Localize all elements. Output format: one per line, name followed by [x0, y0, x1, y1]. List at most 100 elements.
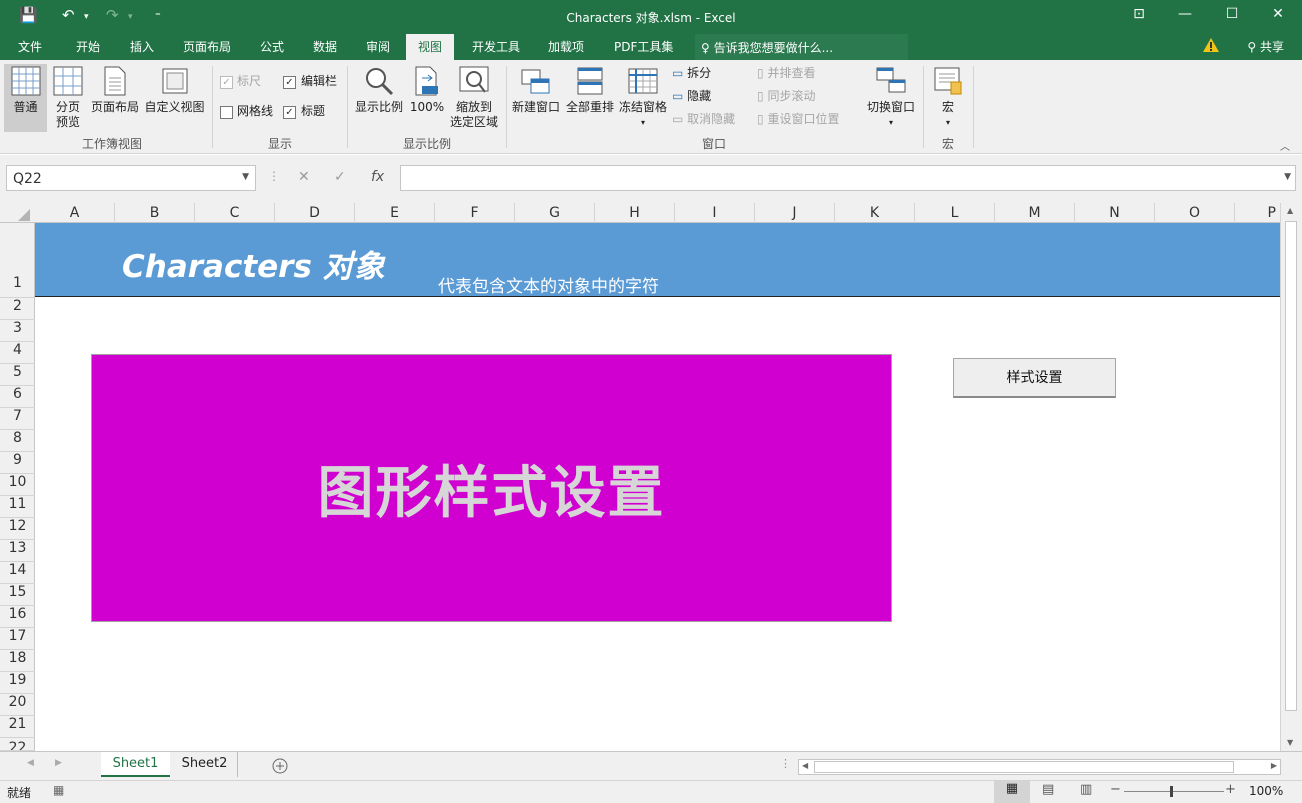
split-button[interactable]: ▭ 拆分	[672, 66, 711, 81]
zoom-in-icon[interactable]: +	[1225, 782, 1236, 797]
name-box-dropdown-icon[interactable]: ▼	[242, 172, 249, 182]
page-layout-view-button[interactable]: 页面布局	[90, 64, 140, 132]
page-break-preview-button[interactable]: 分页 预览	[50, 64, 86, 132]
row-header[interactable]: 20	[0, 694, 35, 716]
formula-bar-checkbox[interactable]: ✓	[283, 76, 296, 89]
column-header[interactable]: E	[355, 203, 435, 223]
row-header[interactable]: 17	[0, 628, 35, 650]
freeze-panes-button[interactable]: 冻结窗格 ▾	[617, 64, 669, 132]
zoom-to-selection-button[interactable]: 缩放到 选定区域	[448, 64, 500, 132]
zoom-out-icon[interactable]: −	[1110, 782, 1121, 797]
tell-me-box[interactable]: ♀ 告诉我您想要做什么...	[695, 34, 908, 60]
switch-windows-button[interactable]: 切换窗口 ▾	[864, 64, 918, 132]
scroll-left-icon[interactable]: ◀	[802, 761, 808, 770]
row-header[interactable]: 10	[0, 474, 35, 496]
scroll-up-icon[interactable]: ▲	[1287, 206, 1293, 215]
row-header[interactable]: 6	[0, 386, 35, 408]
page-break-status-icon[interactable]: ▥	[1080, 782, 1092, 797]
page-layout-status-icon[interactable]: ▤	[1042, 782, 1054, 797]
vertical-scrollbar[interactable]: ▲ ▼	[1280, 203, 1302, 751]
arrange-all-button[interactable]: 全部重排	[564, 64, 616, 132]
zoom-slider-thumb[interactable]	[1170, 786, 1173, 797]
formula-bar-options-icon[interactable]: ⋮	[268, 169, 280, 183]
row-header[interactable]: 2	[0, 298, 35, 320]
sheet-tab-sheet2[interactable]: Sheet2	[172, 752, 238, 777]
tab-split-handle-icon[interactable]: ⋮	[780, 757, 791, 770]
row-header[interactable]: 9	[0, 452, 35, 474]
hide-button[interactable]: ▭ 隐藏	[672, 89, 711, 104]
horizontal-scroll-thumb[interactable]	[814, 761, 1234, 773]
vertical-scroll-thumb[interactable]	[1285, 221, 1297, 711]
sheet-tab-sheet1[interactable]: Sheet1	[101, 752, 170, 777]
warning-icon[interactable]	[1203, 38, 1219, 52]
horizontal-scrollbar[interactable]: ◀ ▶	[798, 759, 1281, 775]
column-header[interactable]: L	[915, 203, 995, 223]
macro-recording-icon[interactable]: ▦	[53, 783, 64, 797]
tab-data[interactable]: 数据	[313, 38, 337, 55]
column-header[interactable]: B	[115, 203, 195, 223]
prev-sheet-icon[interactable]: ◀	[27, 758, 34, 768]
share-button[interactable]: ⚲ 共享	[1247, 38, 1284, 55]
row-header[interactable]: 8	[0, 430, 35, 452]
tab-addins[interactable]: 加载项	[548, 38, 584, 55]
headings-checkbox[interactable]: ✓	[283, 106, 296, 119]
column-header[interactable]: M	[995, 203, 1075, 223]
tab-view[interactable]: 视图	[406, 34, 455, 60]
column-header[interactable]: C	[195, 203, 275, 223]
styled-shape[interactable]: 图形样式设置	[91, 354, 892, 622]
normal-view-button[interactable]: 普通	[4, 64, 47, 132]
column-header[interactable]: F	[435, 203, 515, 223]
tab-pdf-tools[interactable]: PDF工具集	[614, 38, 673, 55]
tab-developer[interactable]: 开发工具	[472, 38, 520, 55]
column-header[interactable]: K	[835, 203, 915, 223]
scroll-right-icon[interactable]: ▶	[1271, 761, 1277, 770]
zoom-button[interactable]: 显示比例	[352, 64, 406, 132]
row-header[interactable]: 21	[0, 716, 35, 738]
add-sheet-icon[interactable]	[272, 758, 288, 774]
minimize-icon[interactable]: —	[1162, 6, 1208, 22]
ribbon-display-icon[interactable]: ⊡	[1116, 6, 1162, 22]
style-settings-button[interactable]: 样式设置	[953, 358, 1116, 398]
column-header[interactable]: N	[1075, 203, 1155, 223]
collapse-ribbon-icon[interactable]: ︿	[1280, 138, 1290, 153]
row-header[interactable]: 12	[0, 518, 35, 540]
row-header[interactable]: 5	[0, 364, 35, 386]
row-header[interactable]: 4	[0, 342, 35, 364]
row-header[interactable]: 13	[0, 540, 35, 562]
next-sheet-icon[interactable]: ▶	[55, 758, 62, 768]
row-header[interactable]: 1	[0, 223, 35, 298]
tab-review[interactable]: 审阅	[366, 38, 390, 55]
scroll-down-icon[interactable]: ▼	[1287, 738, 1293, 747]
tab-home[interactable]: 开始	[76, 38, 100, 55]
tab-formulas[interactable]: 公式	[260, 38, 284, 55]
name-box[interactable]: Q22 ▼	[6, 165, 256, 191]
macros-button[interactable]: 宏 ▾	[928, 64, 968, 132]
select-all-icon[interactable]	[18, 209, 30, 221]
zoom-level[interactable]: 100%	[1249, 784, 1283, 798]
expand-formula-icon[interactable]: ▼	[1284, 172, 1291, 182]
row-header[interactable]: 11	[0, 496, 35, 518]
column-header[interactable]: I	[675, 203, 755, 223]
column-header[interactable]: H	[595, 203, 675, 223]
column-header[interactable]: D	[275, 203, 355, 223]
tab-insert[interactable]: 插入	[130, 38, 154, 55]
row-header[interactable]: 22	[0, 738, 35, 751]
close-icon[interactable]: ✕	[1255, 6, 1301, 22]
row-header[interactable]: 18	[0, 650, 35, 672]
normal-view-status-icon[interactable]: ▦	[994, 781, 1030, 803]
zoom-slider-track[interactable]	[1124, 791, 1224, 792]
insert-function-icon[interactable]: fx	[371, 169, 384, 185]
row-header[interactable]: 16	[0, 606, 35, 628]
row-header[interactable]: 3	[0, 320, 35, 342]
row-header[interactable]: 7	[0, 408, 35, 430]
column-header[interactable]: G	[515, 203, 595, 223]
new-window-button[interactable]: 新建窗口	[510, 64, 562, 132]
column-header[interactable]: J	[755, 203, 835, 223]
maximize-icon[interactable]: ☐	[1209, 6, 1255, 22]
custom-views-button[interactable]: 自定义视图	[143, 64, 206, 132]
row-header[interactable]: 14	[0, 562, 35, 584]
formula-input[interactable]: ▼	[400, 165, 1296, 191]
row-header[interactable]: 15	[0, 584, 35, 606]
column-header[interactable]: A	[35, 203, 115, 223]
tab-page-layout[interactable]: 页面布局	[183, 38, 231, 55]
